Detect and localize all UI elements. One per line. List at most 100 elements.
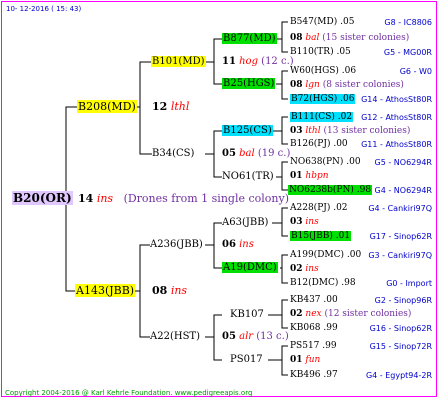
leaf-4-info: 03 ins [290, 216, 319, 228]
queen-q2-info: 08 ins [152, 285, 187, 297]
root-year: 14 [78, 192, 94, 205]
leaf-5-mother-name: B12(DMC) .98 [290, 278, 356, 288]
leaf-3-origin: hbpn [305, 171, 329, 181]
leaf-6-father[interactable]: KB437 .00 [290, 294, 338, 306]
leaf-0-mother[interactable]: B110(TR) .05 [290, 46, 351, 58]
root-origin: ins [96, 192, 114, 205]
leaf-2-mother[interactable]: B126(PJ) .00 [290, 138, 348, 150]
leaf-7-mother[interactable]: KB496 .97 [290, 369, 338, 381]
parent-p1-mother[interactable]: B25(HGS) [222, 78, 276, 90]
parent-p1-mother-name: B25(HGS) [222, 78, 276, 89]
queen-q1-origin: lthl [170, 100, 190, 113]
queen-q2-name: A143(JBB) [75, 284, 136, 297]
leaf-7-father[interactable]: PS517 .99 [290, 340, 337, 352]
leaf-7-info: 01 fun [290, 354, 320, 366]
queen-q2-year: 08 [152, 284, 168, 297]
parent-p1-father[interactable]: B877(MD) [222, 33, 277, 45]
leaf-5-mother[interactable]: B12(DMC) .98 [290, 277, 356, 289]
root-queen[interactable]: B20(OR) [12, 191, 73, 205]
leaf-7-origin: fun [305, 355, 321, 365]
parent-p2-mother[interactable]: NO61(TR) [222, 171, 274, 183]
leaf-2-mother-name: B126(PJ) .00 [290, 139, 348, 149]
parent-p1-father-name: B877(MD) [222, 33, 277, 44]
leaf-0-origin: bal [305, 33, 320, 43]
parent-p3-mother[interactable]: A19(DMC) [222, 262, 278, 274]
queen-q2[interactable]: A143(JBB) [75, 284, 136, 297]
leaf-3-father[interactable]: NO638(PN) .00 [290, 156, 361, 168]
queen-q1b-year: 05 [222, 148, 236, 159]
leaf-3-father-code: G5 - NO6294R [374, 158, 432, 167]
queen-q2a[interactable]: A236(JBB) [150, 239, 203, 251]
leaf-7-mother-name: KB496 .97 [290, 370, 338, 380]
leaf-3-mother[interactable]: NO6238b(PN) .98 [288, 184, 373, 196]
leaf-2-father-name: B111(CS) .02 [290, 112, 354, 122]
leaf-4-father[interactable]: A228(PJ) .02 [290, 202, 348, 214]
leaf-4-mother-code: G17 - Sinop62R [369, 232, 432, 241]
queen-q1a[interactable]: B101(MD) [151, 56, 206, 68]
queen-q1b-name: B34(CS) [152, 148, 195, 159]
parent-p4-mother[interactable]: PS017 [230, 354, 263, 366]
leaf-5-father[interactable]: A199(DMC) .00 [290, 249, 361, 261]
copyright-footer: Copyright 2004-2016 @ Karl Kehrle Founda… [5, 389, 253, 397]
parent-p4-father-name: KB107 [230, 309, 264, 320]
leaf-1-origin: lgn [305, 80, 320, 90]
leaf-3-mother-name: NO6238b(PN) .98 [288, 185, 373, 195]
leaf-1-mother-code: G14 - AthosSt80R [361, 95, 432, 104]
queen-q2b-note: (13 c.) [256, 331, 289, 342]
leaf-1-info: 08 lgn (8 sister colonies) [290, 79, 404, 91]
leaf-4-mother-name: B15(JBB) .01 [290, 231, 352, 241]
queen-q2b-info: 05 alr (13 c.) [222, 331, 289, 343]
queen-q1a-origin: hog [239, 56, 258, 67]
parent-p3-father-name: A63(JBB) [222, 217, 269, 228]
leaf-2-note: (13 sister colonies) [323, 126, 411, 136]
root-queen-name: B20(OR) [12, 191, 73, 205]
leaf-6-mother-code: G16 - Sinop62R [369, 324, 432, 333]
leaf-5-mother-code: G0 - Import [386, 279, 432, 288]
parent-p2-father[interactable]: B125(CS) [222, 125, 273, 137]
leaf-3-mother-code: G4 - NO6294R [374, 186, 432, 195]
queen-q1a-note: (12 c.) [261, 56, 294, 67]
queen-q1b[interactable]: B34(CS) [152, 148, 194, 160]
leaf-6-info: 02 nex (12 sister colonies) [290, 308, 411, 320]
leaf-2-father-code: G12 - AthosSt80R [361, 113, 432, 122]
queen-q2-origin: ins [170, 284, 188, 297]
leaf-2-origin: lthl [305, 126, 321, 136]
leaf-3-year: 01 [290, 171, 303, 181]
parent-p3-father[interactable]: A63(JBB) [222, 217, 268, 229]
leaf-6-father-code: G2 - Sinop96R [374, 296, 432, 305]
leaf-0-father[interactable]: B547(MD) .05 [290, 16, 354, 28]
parent-p2-father-name: B125(CS) [222, 125, 273, 136]
queen-q2b-origin: alr [239, 331, 254, 342]
leaf-0-info: 08 bal (15 sister colonies) [290, 32, 409, 44]
queen-q2a-origin: ins [239, 239, 254, 250]
leaf-2-father[interactable]: B111(CS) .02 [290, 111, 354, 123]
leaf-0-year: 08 [290, 33, 303, 43]
leaf-4-mother[interactable]: B15(JBB) .01 [290, 230, 352, 242]
leaf-1-father-name: W60(HGS) .06 [290, 66, 357, 76]
queen-q1a-info: 11 hog (12 c.) [222, 56, 294, 68]
parent-p4-father[interactable]: KB107 [230, 309, 264, 321]
leaf-2-year: 03 [290, 126, 303, 136]
leaf-0-father-code: G8 - IC8806 [384, 18, 432, 27]
leaf-1-father-code: G6 - W0 [399, 67, 432, 76]
leaf-2-mother-code: G11 - AthosSt80R [361, 140, 432, 149]
leaf-4-year: 03 [290, 217, 303, 227]
queen-q1a-year: 11 [222, 56, 236, 67]
leaf-0-mother-name: B110(TR) .05 [290, 47, 351, 57]
leaf-6-mother[interactable]: KB068 .99 [290, 322, 338, 334]
queen-q1a-name: B101(MD) [151, 56, 206, 67]
leaf-1-note: (8 sister colonies) [322, 80, 404, 90]
leaf-7-father-code: G15 - Sinop72R [369, 342, 432, 351]
leaf-1-year: 08 [290, 80, 303, 90]
queen-q1[interactable]: B208(MD) [77, 100, 137, 113]
leaf-1-father[interactable]: W60(HGS) .06 [290, 65, 356, 77]
leaf-3-father-name: NO638(PN) .00 [290, 157, 361, 167]
parent-p3-mother-name: A19(DMC) [222, 262, 278, 273]
queen-q2a-info: 06 ins [222, 239, 254, 251]
queen-q2b[interactable]: A22(HST) [150, 331, 200, 343]
leaf-6-note: (12 sister colonies) [324, 309, 412, 319]
leaf-4-father-code: G4 - Cankiri97Q [368, 204, 432, 213]
leaf-6-origin: nex [305, 309, 322, 319]
leaf-1-mother[interactable]: B72(HGS) .06 [290, 93, 356, 105]
report-date: 10- 12-2016 ( 15: 43) [6, 5, 82, 13]
